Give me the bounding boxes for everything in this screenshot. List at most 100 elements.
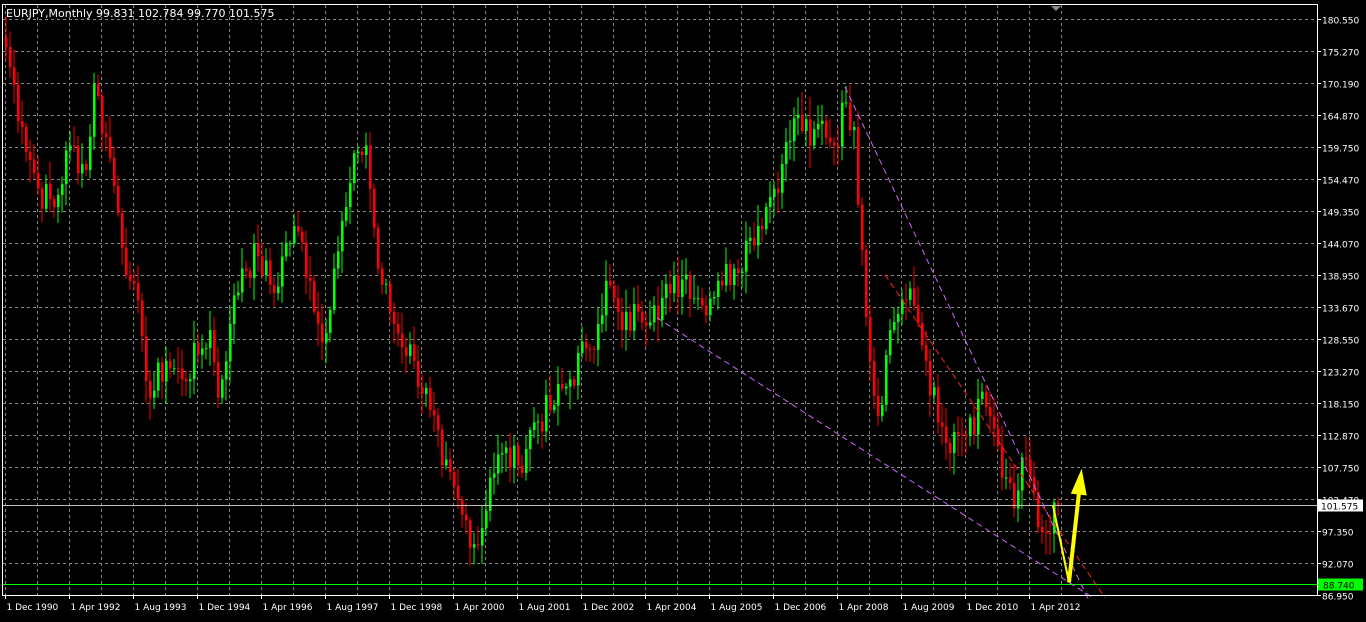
candle[interactable] — [269, 247, 272, 295]
candle[interactable] — [861, 197, 864, 266]
candle[interactable] — [921, 311, 924, 351]
candle[interactable] — [433, 391, 436, 433]
candle[interactable] — [305, 230, 308, 295]
candle[interactable] — [29, 139, 32, 183]
candle[interactable] — [1045, 519, 1048, 555]
candle[interactable] — [429, 376, 432, 418]
candle[interactable] — [849, 84, 852, 137]
candle[interactable] — [93, 72, 96, 150]
candle[interactable] — [377, 222, 380, 275]
candle[interactable] — [725, 247, 728, 292]
candle[interactable] — [749, 226, 752, 254]
candle[interactable] — [585, 333, 588, 361]
candle[interactable] — [853, 121, 856, 150]
candle[interactable] — [333, 253, 336, 315]
candle[interactable] — [293, 214, 296, 247]
candle[interactable] — [117, 175, 120, 217]
candle[interactable] — [745, 221, 748, 294]
candle[interactable] — [157, 357, 160, 398]
candle[interactable] — [937, 374, 940, 434]
candle[interactable] — [417, 345, 420, 399]
candle[interactable] — [737, 259, 740, 287]
candle[interactable] — [73, 126, 76, 153]
candle[interactable] — [181, 349, 184, 397]
candle[interactable] — [441, 424, 444, 478]
candle[interactable] — [717, 272, 720, 310]
time-axis[interactable]: 1 Dec 1990 1 Apr 1992 1 Aug 1993 1 Dec 1994… — [5, 595, 1081, 613]
candle[interactable] — [57, 188, 60, 224]
candle[interactable] — [309, 255, 312, 302]
candle[interactable] — [41, 181, 44, 223]
candle[interactable] — [789, 120, 792, 160]
candle[interactable] — [13, 49, 16, 104]
candle[interactable] — [517, 440, 520, 478]
candle[interactable] — [909, 281, 912, 306]
candle[interactable] — [1013, 463, 1016, 518]
candle[interactable] — [121, 207, 124, 266]
candle[interactable] — [397, 311, 400, 347]
candle[interactable] — [401, 312, 404, 364]
trendline[interactable] — [844, 86, 1090, 602]
candle[interactable] — [869, 305, 872, 382]
candles[interactable] — [5, 15, 1060, 567]
candle[interactable] — [829, 118, 832, 149]
candle[interactable] — [761, 217, 764, 242]
candle[interactable] — [413, 326, 416, 369]
candle[interactable] — [301, 226, 304, 252]
candle[interactable] — [253, 233, 256, 301]
candle[interactable] — [361, 147, 364, 164]
candle[interactable] — [389, 278, 392, 324]
candle[interactable] — [17, 71, 20, 134]
candle[interactable] — [893, 307, 896, 334]
candle[interactable] — [753, 222, 756, 252]
chart-shift-marker-icon[interactable] — [1051, 6, 1061, 11]
candle[interactable] — [781, 153, 784, 209]
candle[interactable] — [225, 350, 228, 401]
candle[interactable] — [509, 433, 512, 483]
candle[interactable] — [977, 378, 980, 449]
candle[interactable] — [125, 227, 128, 279]
candle[interactable] — [473, 532, 476, 565]
candle[interactable] — [621, 297, 624, 349]
candle[interactable] — [949, 437, 952, 471]
candle[interactable] — [989, 391, 992, 434]
candle[interactable] — [821, 104, 824, 146]
candle[interactable] — [385, 278, 388, 295]
candle[interactable] — [625, 289, 628, 351]
candle[interactable] — [273, 277, 276, 307]
candle[interactable] — [857, 110, 860, 208]
candle[interactable] — [177, 347, 180, 384]
candle[interactable] — [981, 382, 984, 406]
candle[interactable] — [697, 285, 700, 310]
candle[interactable] — [673, 261, 676, 303]
candle[interactable] — [1005, 458, 1008, 490]
candle[interactable] — [249, 266, 252, 288]
candle[interactable] — [833, 137, 836, 166]
candle[interactable] — [877, 377, 880, 427]
candle[interactable] — [1025, 436, 1028, 471]
candle[interactable] — [481, 506, 484, 565]
candle[interactable] — [945, 407, 948, 460]
candle[interactable] — [525, 435, 528, 481]
candle[interactable] — [149, 370, 152, 420]
candle[interactable] — [765, 202, 768, 235]
candle[interactable] — [553, 399, 556, 414]
candle[interactable] — [245, 260, 248, 279]
candle[interactable] — [489, 468, 492, 522]
candle[interactable] — [689, 270, 692, 318]
candle[interactable] — [797, 97, 800, 136]
candle[interactable] — [373, 183, 376, 238]
candle[interactable] — [665, 274, 668, 315]
candle[interactable] — [169, 352, 172, 379]
candle[interactable] — [985, 385, 988, 416]
candle[interactable] — [913, 266, 916, 311]
candle[interactable] — [537, 413, 540, 445]
candle[interactable] — [469, 516, 472, 567]
candle[interactable] — [713, 290, 716, 305]
candle[interactable] — [817, 105, 820, 138]
candle[interactable] — [265, 248, 268, 282]
candle[interactable] — [917, 286, 920, 328]
candle[interactable] — [321, 303, 324, 361]
candle[interactable] — [281, 241, 284, 303]
candle[interactable] — [113, 146, 116, 194]
